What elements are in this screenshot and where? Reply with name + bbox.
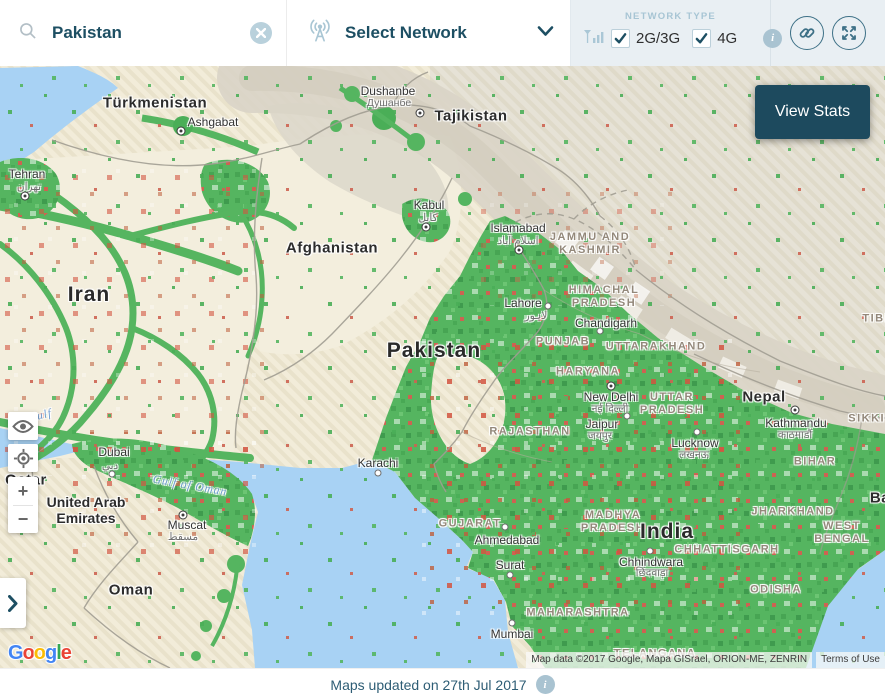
network-dropdown-label: Select Network bbox=[345, 23, 537, 43]
network-type-section: NETWORK TYPE 2G/3G 4G i bbox=[570, 0, 770, 66]
coverage-map-app: Select Network NETWORK TYPE 2G/3G bbox=[0, 0, 885, 700]
google-logo-letter: o bbox=[23, 642, 34, 664]
antenna-icon bbox=[307, 18, 333, 49]
terms-of-use-link[interactable]: Terms of Use bbox=[816, 652, 885, 668]
zoom-in-button[interactable]: + bbox=[8, 478, 38, 505]
chevron-right-icon bbox=[8, 595, 18, 612]
expand-panel-button[interactable] bbox=[0, 578, 26, 628]
fullscreen-icon bbox=[839, 23, 859, 43]
network-type-label: NETWORK TYPE bbox=[625, 11, 716, 22]
google-logo-letter: o bbox=[34, 642, 45, 664]
google-logo-letter: e bbox=[61, 642, 71, 664]
checkbox-2g3g[interactable] bbox=[611, 29, 630, 48]
toolbar: Select Network NETWORK TYPE 2G/3G bbox=[0, 0, 885, 66]
map-viewport: TürkmenistanAshgabatDushanbeДушанбеTajik… bbox=[0, 66, 885, 668]
status-bar: Maps updated on 27th Jul 2017 i bbox=[0, 668, 885, 700]
toggle-overlay-button[interactable] bbox=[8, 412, 38, 440]
zoom-out-button[interactable]: − bbox=[8, 506, 38, 533]
signal-bars-icon bbox=[583, 28, 605, 49]
network-type-options: 2G/3G 4G i bbox=[583, 28, 782, 49]
maps-updated-text: Maps updated on 27th Jul 2017 bbox=[330, 677, 526, 693]
zoom-control: + − bbox=[8, 477, 38, 533]
network-dropdown[interactable]: Select Network bbox=[287, 0, 570, 66]
close-icon[interactable] bbox=[250, 22, 272, 44]
checkbox-4g-label: 4G bbox=[717, 30, 737, 47]
chevron-down-icon bbox=[537, 24, 554, 42]
share-link-button[interactable] bbox=[790, 16, 824, 50]
search-section bbox=[0, 0, 287, 66]
search-icon bbox=[18, 21, 38, 46]
info-icon[interactable]: i bbox=[763, 29, 782, 48]
search-input[interactable] bbox=[50, 22, 250, 44]
fullscreen-button[interactable] bbox=[832, 16, 866, 50]
attribution-text: Map data ©2017 Google, Mapa GISrael, ORI… bbox=[526, 652, 812, 668]
checkbox-2g3g-label: 2G/3G bbox=[636, 30, 680, 47]
google-logo-letter: G bbox=[8, 642, 23, 664]
map-attribution: Map data ©2017 Google, Mapa GISrael, ORI… bbox=[526, 652, 885, 668]
google-logo[interactable]: Google bbox=[8, 642, 71, 665]
view-stats-button[interactable]: View Stats bbox=[755, 85, 870, 139]
link-icon bbox=[797, 23, 817, 43]
coverage-map-canvas[interactable] bbox=[0, 66, 885, 668]
info-icon[interactable]: i bbox=[536, 675, 555, 694]
checkbox-4g[interactable] bbox=[692, 29, 711, 48]
header-actions bbox=[770, 0, 885, 66]
my-location-button[interactable] bbox=[8, 444, 38, 472]
locate-icon bbox=[13, 448, 34, 469]
google-logo-letter: g bbox=[45, 642, 56, 664]
eye-icon bbox=[12, 419, 34, 434]
